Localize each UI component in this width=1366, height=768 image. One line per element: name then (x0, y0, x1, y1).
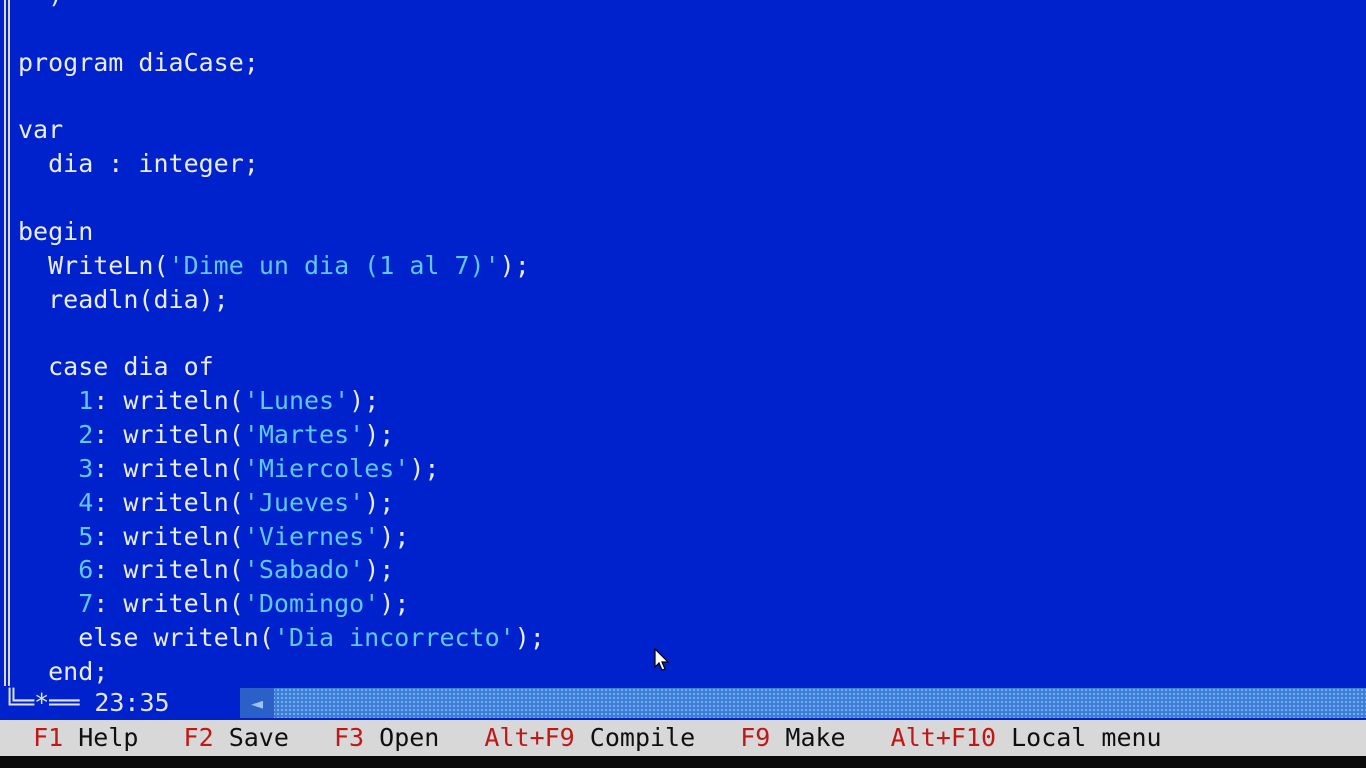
code-line[interactable]: program diaCase; (18, 46, 545, 80)
code-line[interactable]: ) (18, 0, 545, 12)
fkey-save[interactable]: F2 Save (184, 720, 289, 756)
code-line[interactable] (18, 12, 545, 46)
frame-line: ══ (49, 688, 95, 717)
code-line[interactable]: 5: writeln('Viernes'); (18, 520, 545, 554)
code-line[interactable]: 3: writeln('Miercoles'); (18, 452, 545, 486)
code-line[interactable]: 6: writeln('Sabado'); (18, 553, 545, 587)
frame-corner: ╚═ (4, 688, 35, 717)
fkey-open[interactable]: F3 Open (334, 720, 439, 756)
modified-marker: * (34, 688, 50, 717)
fkey-compile[interactable]: Alt+F9 Compile (484, 720, 695, 756)
status-frame: ╚═*══ 23:35 (4, 686, 170, 720)
code-line[interactable]: case dia of (18, 350, 545, 384)
code-area[interactable]: ) program diaCase; var dia : integer; begin… (18, 0, 545, 689)
code-line[interactable]: 4: writeln('Jueves'); (18, 486, 545, 520)
editor-status-bar: ╚═*══ 23:35 ◄ (0, 686, 1366, 720)
mouse-pointer-icon (654, 648, 670, 671)
code-line[interactable] (18, 80, 545, 114)
code-line[interactable] (18, 316, 545, 350)
window-frame-left (4, 0, 10, 698)
code-line[interactable]: readln(dia); (18, 283, 545, 317)
fkey-make[interactable]: F9 Make (740, 720, 845, 756)
bottom-strip (0, 756, 1366, 768)
scroll-left-arrow-icon[interactable]: ◄ (240, 688, 274, 718)
code-line[interactable] (18, 181, 545, 215)
function-key-bar: F1 Help F2 Save F3 Open Alt+F9 Compile F… (0, 720, 1366, 756)
code-line[interactable]: else writeln('Dia incorrecto'); (18, 621, 545, 655)
code-line[interactable]: 1: writeln('Lunes'); (18, 384, 545, 418)
code-line[interactable]: var (18, 113, 545, 147)
code-editor[interactable]: ) program diaCase; var dia : integer; begin… (0, 0, 1366, 698)
code-line[interactable]: 2: writeln('Martes'); (18, 418, 545, 452)
code-line[interactable]: WriteLn('Dime un dia (1 al 7)'); (18, 249, 545, 283)
horizontal-scrollbar[interactable] (240, 688, 1366, 718)
code-line[interactable]: dia : integer; (18, 147, 545, 181)
fkey-help[interactable]: F1 Help (33, 720, 138, 756)
cursor-position: 23:35 (94, 688, 170, 717)
code-line[interactable]: end; (18, 655, 545, 689)
code-line[interactable]: begin (18, 215, 545, 249)
code-line[interactable]: 7: writeln('Domingo'); (18, 587, 545, 621)
fkey-local-menu[interactable]: Alt+F10 Local menu (891, 720, 1162, 756)
ide-screen: ) program diaCase; var dia : integer; begin… (0, 0, 1366, 768)
